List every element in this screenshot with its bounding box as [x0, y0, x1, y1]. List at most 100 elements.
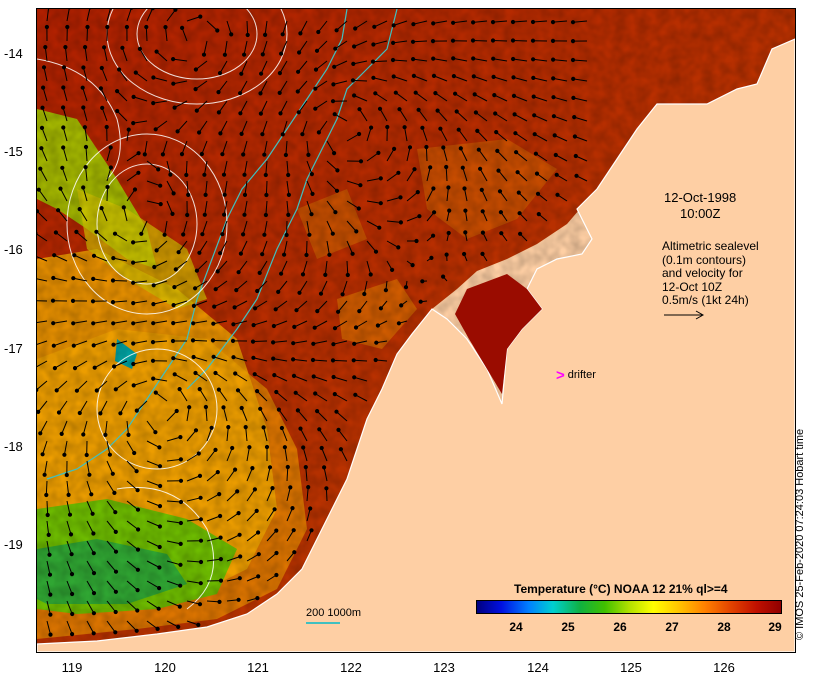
velocity-arrow-head — [296, 110, 301, 115]
velocity-arrow-head — [391, 40, 396, 46]
velocity-arrow-head — [480, 230, 485, 235]
velocity-arrow-head — [62, 452, 67, 457]
velocity-arrow-head — [94, 388, 99, 393]
lon-tick-label: 119 — [61, 660, 83, 675]
velocity-arrow-head — [340, 292, 345, 297]
velocity-arrow-head — [198, 517, 203, 522]
velocity-arrow-head — [463, 208, 468, 213]
velocity-arrow-head — [264, 192, 269, 198]
velocity-arrow-head — [217, 492, 222, 497]
lat-tick-label: -16 — [4, 242, 23, 257]
velocity-arrow-head — [345, 272, 350, 278]
velocity-arrow-head — [552, 133, 557, 138]
velocity-arrow-head — [71, 343, 76, 348]
velocity-arrow-head — [115, 108, 120, 114]
velocity-arrow-head — [63, 45, 68, 50]
velocity-arrow-head — [494, 130, 499, 135]
velocity-arrow-head — [530, 38, 536, 43]
velocity-arrow-head — [574, 173, 579, 178]
velocity-arrow-head — [92, 365, 97, 370]
velocity-arrow-head — [444, 164, 449, 170]
velocity-arrow-head — [293, 390, 298, 395]
velocity-arrow-head — [535, 191, 541, 196]
velocity-arrow-head — [131, 361, 136, 367]
credit-text: © IMOS 25-Feb-2020 07:24:03 Hobart time — [794, 428, 806, 640]
velocity-arrow-head — [462, 251, 467, 257]
velocity-arrow-head — [332, 112, 337, 117]
velocity-arrow-head — [45, 512, 50, 518]
velocity-arrow-head — [297, 290, 302, 295]
velocity-arrow-head — [412, 167, 417, 172]
velocity-arrow-head — [200, 232, 205, 237]
velocity-arrow-head — [242, 172, 247, 177]
velocity-arrow-head — [216, 90, 221, 95]
velocity-arrow-head — [91, 276, 96, 281]
velocity-arrow-head — [451, 56, 456, 61]
velocity-arrow-head — [77, 410, 82, 416]
velocity-arrow-head — [56, 410, 62, 415]
velocity-arrow-head — [551, 95, 556, 100]
velocity-arrow-head — [472, 92, 477, 97]
velocity-arrow-head — [292, 550, 297, 555]
velocity-arrow-head — [131, 341, 136, 346]
velocity-arrow-head — [197, 387, 202, 392]
velocity-arrow-head — [91, 343, 96, 348]
velocity-arrow-head — [272, 373, 277, 378]
velocity-arrow-head — [378, 201, 383, 206]
velocity-arrow-head — [110, 471, 115, 476]
velocity-arrow-head — [37, 409, 41, 414]
velocity-arrow-head — [330, 99, 336, 104]
velocity-arrow-head — [478, 166, 483, 171]
velocity-arrow-head — [373, 249, 379, 254]
velocity-arrow — [512, 40, 528, 42]
colorbar-tick: 29 — [768, 620, 782, 634]
velocity-arrow-head — [198, 559, 204, 565]
velocity-arrow-head — [432, 210, 437, 215]
velocity-arrow-head — [239, 131, 244, 137]
velocity-arrow-head — [264, 444, 270, 450]
velocity-arrow-head — [158, 483, 163, 489]
velocity-arrow-head — [48, 632, 53, 637]
velocity-arrow-head — [124, 24, 130, 30]
velocity-arrow-head — [530, 19, 536, 25]
velocity-arrow-head — [203, 404, 208, 410]
velocity-arrow-head — [41, 85, 46, 90]
velocity-arrow-head — [294, 308, 299, 313]
velocity-arrow-head — [157, 544, 162, 550]
velocity-arrow-head — [514, 150, 519, 155]
velocity-arrow-head — [185, 212, 190, 218]
velocity-arrow-head — [112, 231, 118, 236]
velocity-arrow-head — [111, 321, 116, 326]
velocity-arrow-head — [510, 19, 516, 25]
velocity-arrow-head — [357, 107, 362, 112]
velocity-arrow-head — [271, 323, 276, 329]
velocity-arrow-head — [178, 435, 183, 440]
velocity-arrow-head — [61, 85, 66, 90]
velocity-arrow — [112, 280, 128, 282]
sst-map[interactable] — [36, 8, 796, 653]
velocity-arrow-head — [91, 551, 96, 556]
velocity-arrow-head — [251, 355, 256, 360]
velocity-arrow-head — [298, 426, 303, 431]
velocity-arrow-head — [510, 38, 516, 43]
lon-tick-label: 120 — [154, 660, 176, 675]
velocity-arrow-head — [279, 271, 284, 276]
velocity-arrow-head — [198, 495, 203, 500]
velocity-arrow-head — [184, 172, 189, 178]
velocity-arrow-head — [288, 485, 293, 490]
velocity-arrow-head — [81, 432, 86, 437]
velocity-arrow-head — [61, 145, 66, 150]
velocity-arrow-head — [113, 569, 119, 574]
velocity-arrow-head — [37, 209, 40, 214]
velocity-arrow-head — [311, 374, 316, 379]
velocity-arrow-head — [211, 354, 216, 359]
velocity-arrow — [212, 339, 228, 342]
velocity-arrow-head — [511, 93, 517, 99]
velocity-arrow-head — [191, 321, 196, 326]
velocity-arrow-head — [218, 578, 224, 583]
drifter-legend: > drifter — [556, 368, 596, 382]
velocity-arrow-head — [72, 253, 77, 258]
velocity-arrow-head — [131, 301, 136, 306]
velocity-arrow-head — [171, 191, 176, 196]
velocity-arrow-head — [417, 214, 422, 219]
